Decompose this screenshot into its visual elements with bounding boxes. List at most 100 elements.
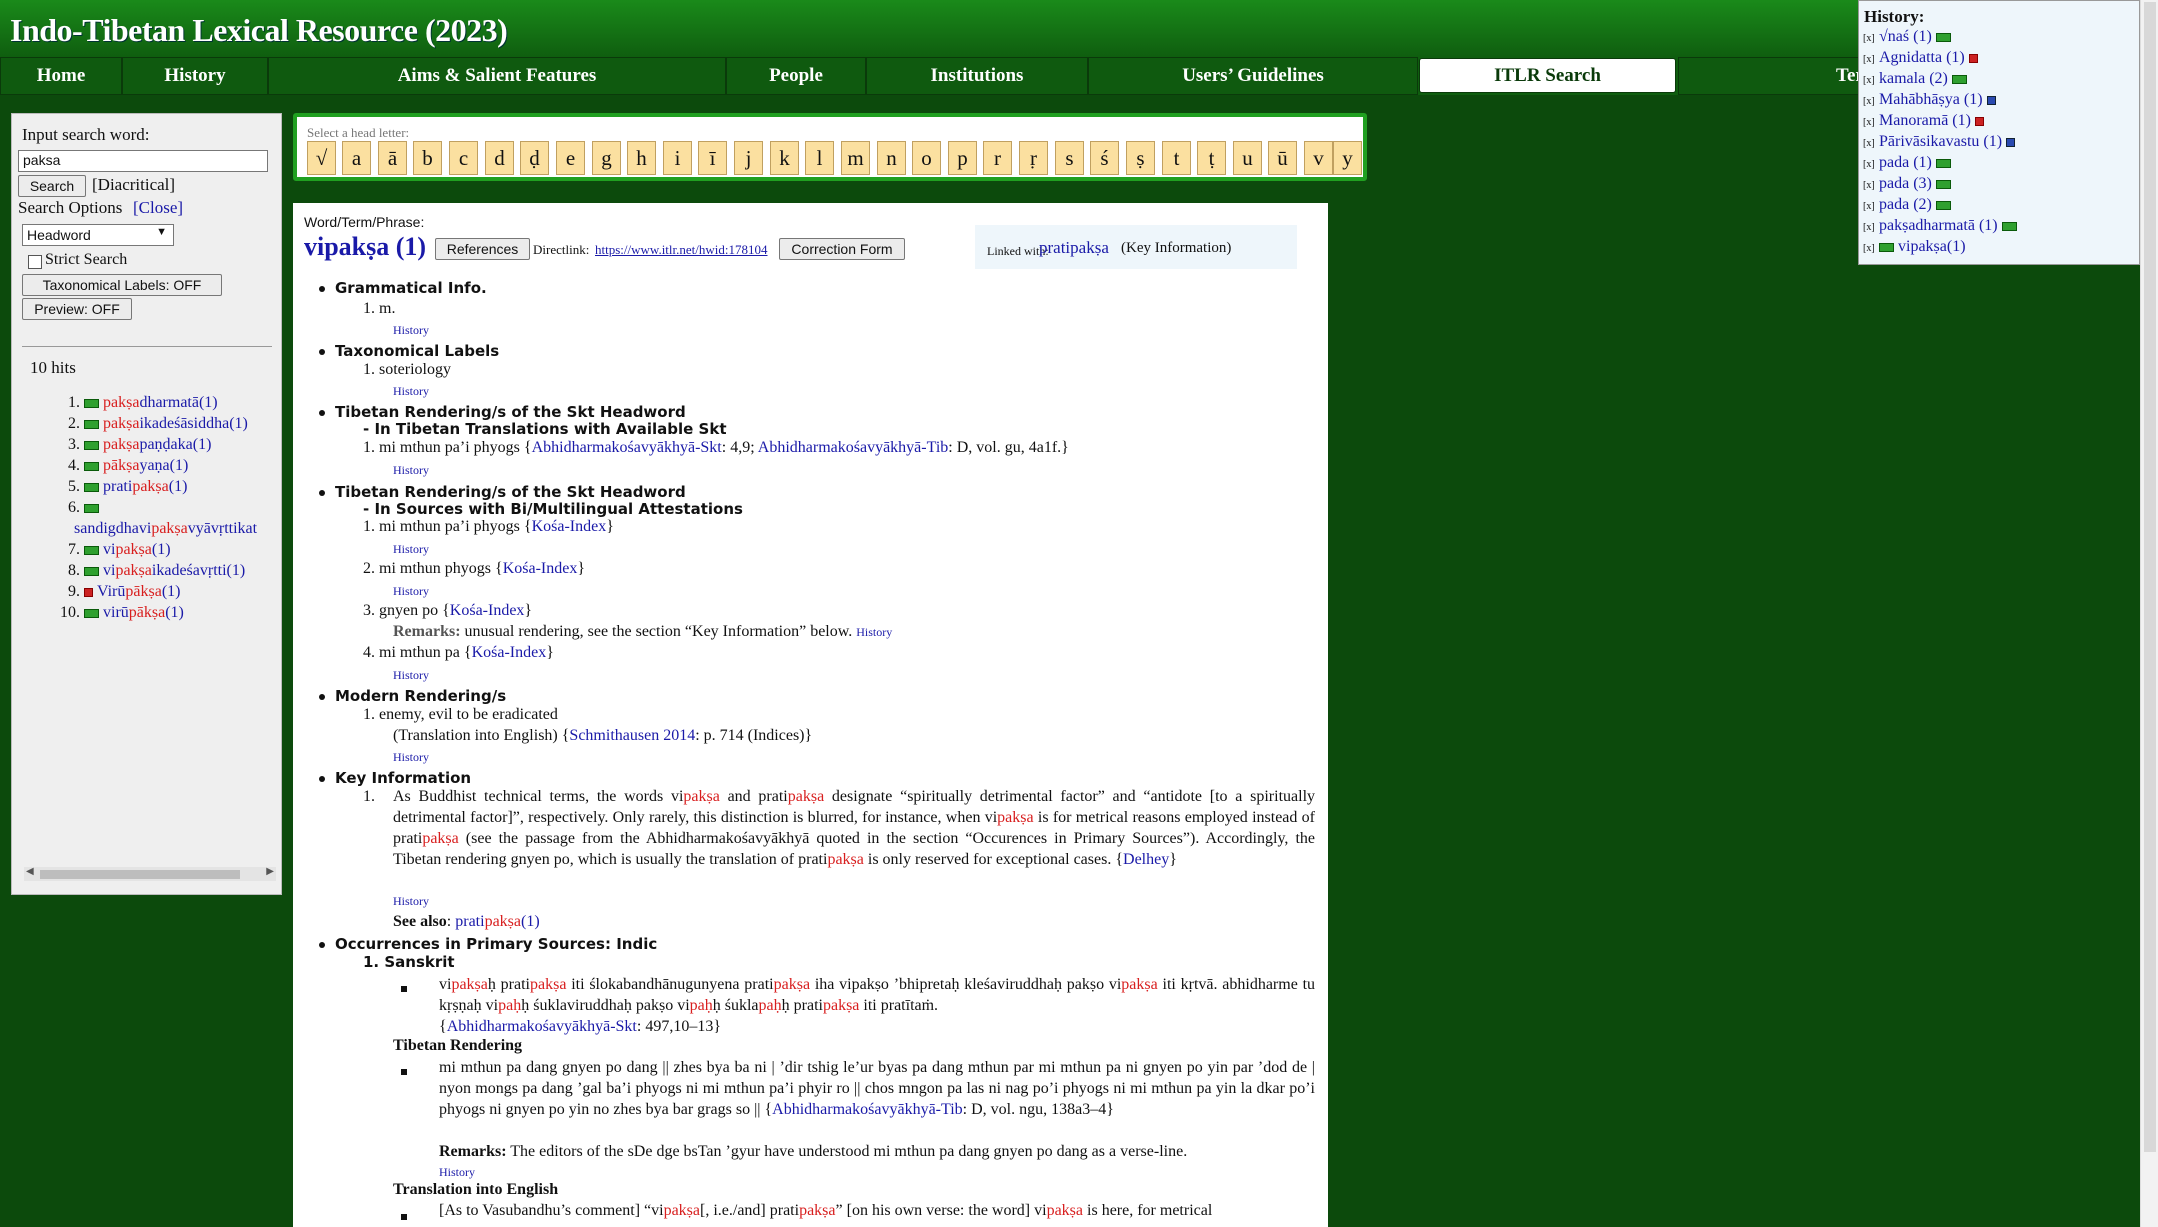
- letter-button[interactable]: u: [1233, 141, 1262, 175]
- letter-button[interactable]: b: [413, 141, 442, 175]
- letter-button[interactable]: √: [307, 141, 336, 175]
- letter-button[interactable]: ā: [378, 141, 407, 175]
- list-item[interactable]: [x] pada (1): [1859, 154, 2021, 175]
- nav-home[interactable]: Home: [0, 57, 122, 95]
- close-icon[interactable]: [x]: [1863, 243, 1879, 254]
- letter-button[interactable]: ī: [698, 141, 727, 175]
- list-item[interactable]: [x] √naś (1): [1859, 28, 2021, 49]
- close-icon[interactable]: [x]: [1863, 201, 1879, 212]
- nav-history[interactable]: History: [122, 57, 268, 95]
- list-item[interactable]: 4. pākṣayaṇa(1): [12, 457, 281, 478]
- list-item[interactable]: [x] pakṣadharmatā (1): [1859, 217, 2021, 238]
- status-tag-icon: [84, 461, 99, 471]
- list-item[interactable]: [x] Agnidatta (1): [1859, 49, 2021, 70]
- close-icon[interactable]: [x]: [1863, 117, 1879, 128]
- preview-button[interactable]: Preview: OFF: [22, 298, 132, 320]
- close-icon[interactable]: [x]: [1863, 138, 1879, 149]
- letter-button[interactable]: v: [1304, 141, 1333, 175]
- close-icon[interactable]: [x]: [1863, 96, 1879, 107]
- letter-button[interactable]: ū: [1268, 141, 1297, 175]
- linked-term-link[interactable]: pratipakṣa: [1039, 238, 1109, 258]
- list-item[interactable]: 1. pakṣadharmatā(1): [12, 394, 281, 415]
- history-link[interactable]: History: [393, 584, 429, 599]
- letter-button[interactable]: a: [342, 141, 371, 175]
- letter-button[interactable]: p: [948, 141, 977, 175]
- letter-button[interactable]: ṣ: [1126, 141, 1155, 175]
- list-item[interactable]: 5. pratipakṣa(1): [12, 478, 281, 499]
- correction-form-button[interactable]: Correction Form: [779, 238, 905, 260]
- close-icon[interactable]: [x]: [1863, 75, 1879, 86]
- status-tag-icon: [1974, 116, 1984, 126]
- letter-button[interactable]: y: [1333, 141, 1362, 175]
- list-item[interactable]: 2. pakṣaikadeśāsiddha(1): [12, 415, 281, 436]
- references-button[interactable]: References: [435, 238, 530, 260]
- history-link[interactable]: History: [393, 750, 429, 765]
- letter-button[interactable]: g: [592, 141, 621, 175]
- diacritical-link[interactable]: [Diacritical]: [92, 175, 175, 195]
- nav-institutions[interactable]: Institutions: [866, 57, 1088, 95]
- letter-button[interactable]: d: [485, 141, 514, 175]
- history-link[interactable]: History: [393, 384, 429, 399]
- search-button[interactable]: Search: [18, 175, 86, 197]
- history-link[interactable]: History: [393, 542, 429, 557]
- scroll-right-icon[interactable]: ▶: [266, 866, 274, 877]
- close-icon[interactable]: [x]: [1863, 54, 1879, 65]
- history-link[interactable]: History: [393, 463, 429, 478]
- list-item[interactable]: [x] pada (2): [1859, 196, 2021, 217]
- list-item[interactable]: 7. vipakṣa(1): [12, 541, 281, 562]
- letter-button[interactable]: s: [1055, 141, 1084, 175]
- status-tag-icon: [84, 566, 99, 576]
- list-item[interactable]: 3. pakṣapaṇḍaka(1): [12, 436, 281, 457]
- nav-aims[interactable]: Aims & Salient Features: [268, 57, 726, 95]
- letter-button[interactable]: m: [841, 141, 870, 175]
- horizontal-scrollbar[interactable]: ◀ ▶: [24, 866, 276, 881]
- letter-button[interactable]: ḍ: [520, 141, 549, 175]
- history-link[interactable]: History: [393, 894, 429, 909]
- scrollbar-thumb[interactable]: [2144, 2, 2156, 1152]
- letter-button[interactable]: n: [877, 141, 906, 175]
- nav-itlr-search[interactable]: ITLR Search: [1419, 58, 1676, 93]
- letter-button[interactable]: t: [1162, 141, 1191, 175]
- taxonomical-labels-button[interactable]: Taxonomical Labels: OFF: [22, 274, 222, 296]
- history-link[interactable]: History: [439, 1165, 475, 1180]
- close-icon[interactable]: [x]: [1863, 33, 1879, 44]
- letter-button[interactable]: i: [663, 141, 692, 175]
- letter-button[interactable]: o: [912, 141, 941, 175]
- close-icon[interactable]: [x]: [1863, 222, 1879, 233]
- history-link[interactable]: History: [393, 668, 429, 683]
- letter-button[interactable]: j: [734, 141, 763, 175]
- scroll-left-icon[interactable]: ◀: [26, 866, 34, 877]
- letter-button[interactable]: ṭ: [1197, 141, 1226, 175]
- list-item[interactable]: [x] kamala (2): [1859, 70, 2021, 91]
- list-item[interactable]: [x] Pārivāsikavastu (1): [1859, 133, 2021, 154]
- strict-search-checkbox[interactable]: [28, 255, 42, 269]
- list-item[interactable]: [x] Mahābhāṣya (1): [1859, 91, 2021, 112]
- letter-button[interactable]: ś: [1090, 141, 1119, 175]
- search-field-select[interactable]: Headword ▼: [22, 224, 174, 246]
- letter-button[interactable]: h: [627, 141, 656, 175]
- list-item[interactable]: [x] vipakṣa(1): [1859, 238, 2021, 259]
- nav-guidelines[interactable]: Users’ Guidelines: [1088, 57, 1418, 95]
- directlink-url[interactable]: https://www.itlr.net/hwid:178104: [595, 242, 768, 258]
- list-item[interactable]: 6. sandigdhavipakṣavyāvṛttikat: [12, 499, 281, 541]
- letter-button[interactable]: c: [449, 141, 478, 175]
- list-item[interactable]: 9. Virūpākṣa(1): [12, 583, 281, 604]
- list-item[interactable]: 8. vipakṣaikadeśavṛtti(1): [12, 562, 281, 583]
- list-item[interactable]: [x] Manoramā (1): [1859, 112, 2021, 133]
- history-link[interactable]: History: [393, 323, 429, 338]
- letter-button[interactable]: e: [556, 141, 585, 175]
- scrollbar-thumb[interactable]: [40, 870, 240, 879]
- search-prompt: Input search word:: [22, 125, 150, 144]
- letter-button[interactable]: r: [983, 141, 1012, 175]
- list-item[interactable]: [x] pada (3): [1859, 175, 2021, 196]
- close-icon[interactable]: [x]: [1863, 159, 1879, 170]
- close-options-link[interactable]: [Close]: [133, 198, 183, 218]
- page-scrollbar[interactable]: [2140, 0, 2158, 1227]
- nav-people[interactable]: People: [726, 57, 866, 95]
- search-input[interactable]: paksa: [18, 150, 268, 172]
- list-item[interactable]: 10. virūpākṣa(1): [12, 604, 281, 625]
- letter-button[interactable]: k: [770, 141, 799, 175]
- letter-button[interactable]: l: [805, 141, 834, 175]
- close-icon[interactable]: [x]: [1863, 180, 1879, 191]
- letter-button[interactable]: ṛ: [1019, 141, 1048, 175]
